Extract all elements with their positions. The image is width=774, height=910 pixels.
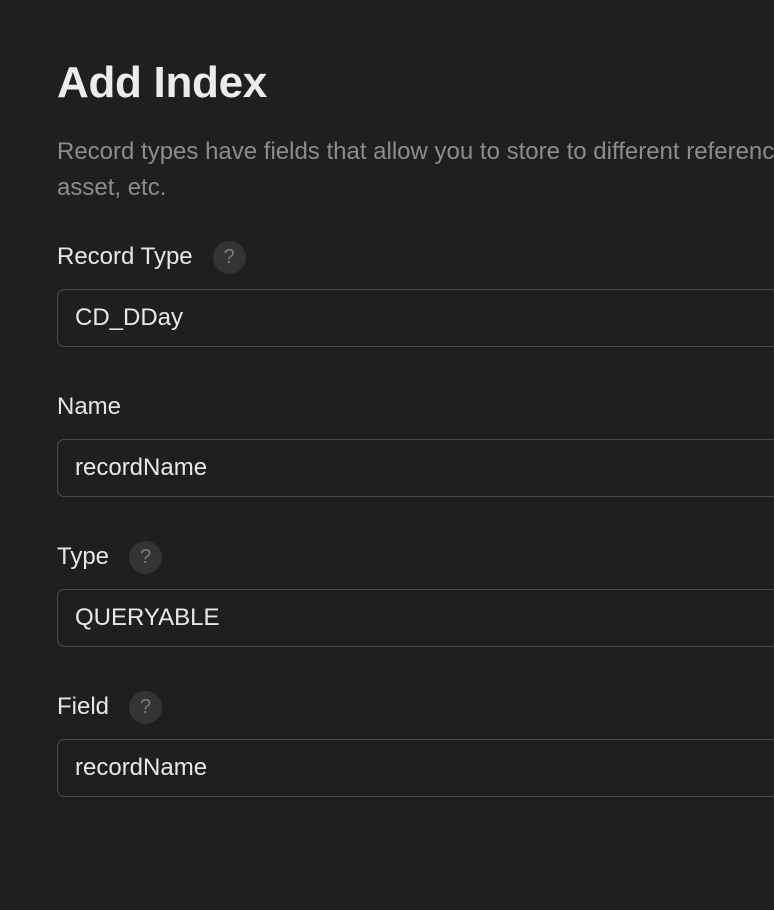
record-type-label: Record Type — [57, 243, 193, 270]
description-text: Record types have fields that allow you … — [57, 138, 774, 201]
name-label-row: Name — [57, 390, 121, 424]
type-value: QUERYABLE — [75, 604, 220, 631]
add-index-panel: Add Index Record types have fields that … — [57, 0, 774, 910]
record-type-field[interactable]: CD_DDay — [57, 289, 774, 347]
type-help-icon[interactable]: ? — [129, 540, 163, 574]
record-type-value: CD_DDay — [75, 304, 184, 331]
name-field[interactable]: recordName — [57, 439, 774, 497]
type-field[interactable]: QUERYABLE — [57, 589, 774, 647]
field-label-row: Field ? — [57, 690, 163, 724]
type-label: Type — [57, 543, 110, 570]
page-title: Add Index — [57, 58, 267, 107]
record-type-label-row: Record Type ? — [57, 240, 246, 274]
type-label-row: Type ? — [57, 540, 163, 574]
record-type-help-icon[interactable]: ? — [212, 240, 246, 274]
field-field[interactable]: recordName — [57, 739, 774, 797]
name-label: Name — [57, 393, 122, 420]
field-help-icon[interactable]: ? — [129, 690, 163, 724]
field-label: Field — [57, 693, 110, 720]
field-value: recordName — [75, 754, 208, 781]
name-value: recordName — [75, 454, 208, 481]
